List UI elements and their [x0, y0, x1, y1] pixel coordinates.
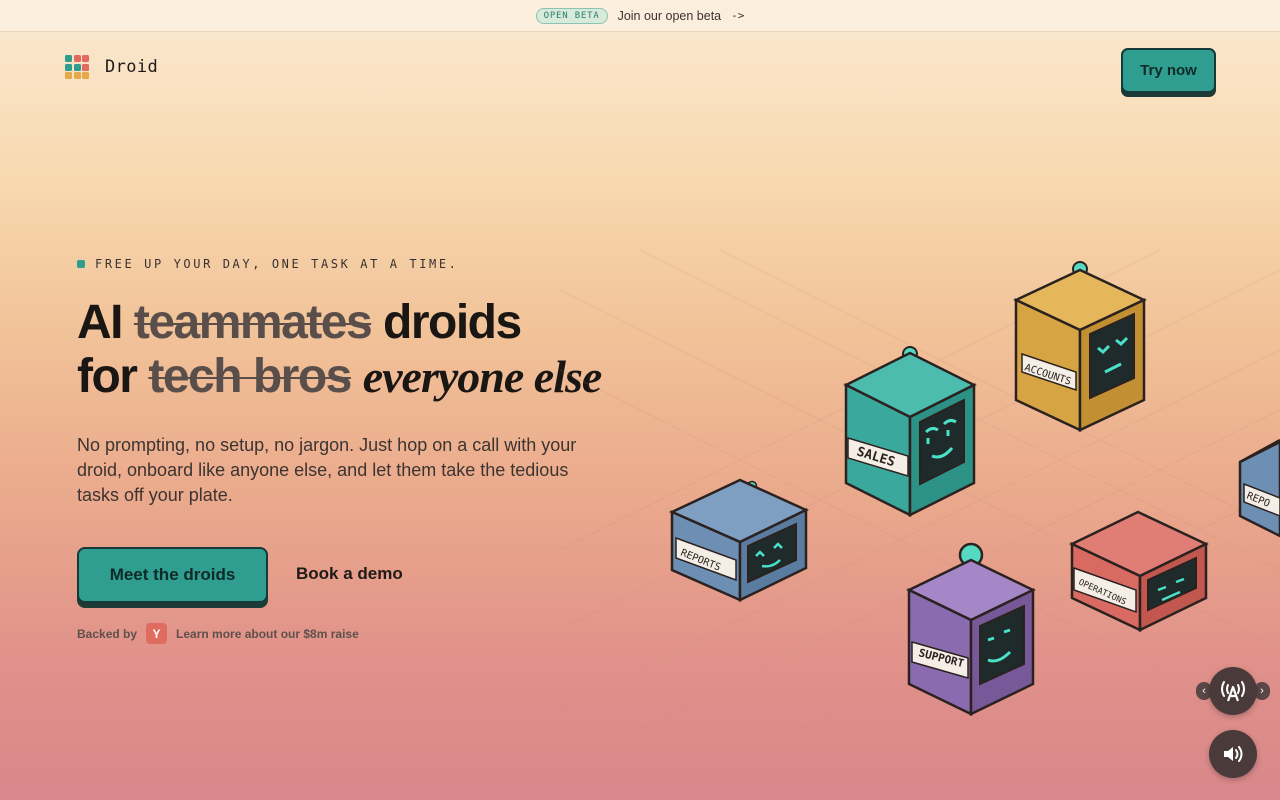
headline-word: for [77, 350, 138, 403]
droids-illustration: ACCOUNTS SALES REPORTS OPERATIONS SUPPOR… [560, 250, 1280, 730]
announcement-arrow: -> [731, 9, 745, 22]
open-beta-badge: OPEN BETA [535, 7, 608, 24]
logo-cell [73, 55, 81, 62]
announcement-text[interactable]: Join our open beta [618, 9, 722, 23]
brand-name: Droid [105, 57, 159, 77]
headline-struck-word: tech bros [148, 350, 352, 403]
reports-droid: REPORTS [668, 478, 809, 602]
meet-the-droids-button[interactable]: Meet the droids [77, 547, 268, 603]
speaker-icon [1224, 746, 1243, 762]
headline-word: droids [383, 296, 522, 349]
antenna-a-icon [1221, 681, 1245, 702]
logo-cell [82, 55, 89, 62]
backed-by-label: Backed by [77, 626, 138, 641]
headline-line-2: for tech bros everyone else [77, 350, 602, 404]
reports-droid-partial: REPO [1238, 438, 1280, 538]
logo-mark-icon [65, 55, 89, 79]
hero-tagline: FREE UP YOUR DAY, ONE TASK AT A TIME. [77, 257, 459, 271]
try-now-button[interactable]: Try now [1121, 48, 1216, 93]
support-droid: SUPPORT [906, 542, 1036, 716]
logo-cell [65, 63, 72, 71]
logo-cell [65, 72, 72, 79]
hero-headline: AI teammates droids for tech bros everyo… [77, 296, 602, 404]
operations-droid: OPERATIONS [1069, 510, 1209, 632]
logo-cell [65, 55, 72, 62]
book-a-demo-link[interactable]: Book a demo [296, 564, 403, 584]
hero-subcopy: No prompting, no setup, no jargon. Just … [77, 435, 577, 505]
accounts-droid: ACCOUNTS [1013, 261, 1147, 432]
headline-struck-word: teammates [133, 296, 373, 349]
logo-cell [82, 72, 89, 79]
brand-logo[interactable]: Droid [65, 55, 158, 79]
logo-cell [73, 63, 81, 71]
sales-droid: SALES [843, 346, 977, 518]
announcement-bar[interactable]: OPEN BETA Join our open beta -> [0, 0, 1280, 32]
raise-link[interactable]: Learn more about our $8m raise [176, 627, 359, 641]
logo-cell [73, 72, 81, 79]
headline-line-1: AI teammates droids [77, 296, 601, 350]
tagline-dot-icon [77, 260, 85, 268]
y-combinator-logo: Y [146, 623, 168, 644]
voice-agent-button[interactable] [1209, 667, 1257, 715]
tagline-text: FREE UP YOUR DAY, ONE TASK AT A TIME. [95, 257, 459, 271]
logo-cell [82, 63, 89, 71]
headline-word: AI [77, 296, 124, 349]
backed-by-row: Backed by Y Learn more about our $8m rai… [77, 623, 359, 644]
sound-toggle-button[interactable] [1209, 730, 1257, 778]
